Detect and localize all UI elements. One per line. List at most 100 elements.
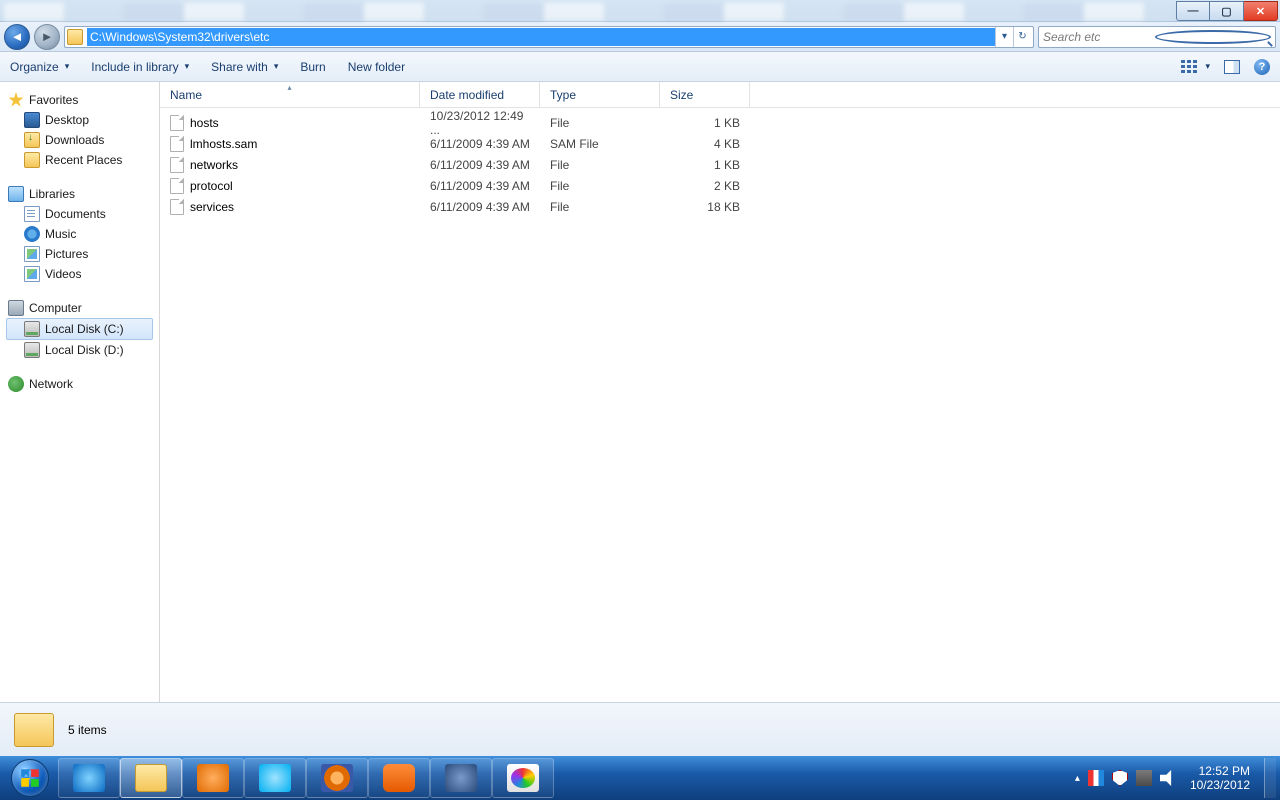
sidebar-item-pictures[interactable]: Pictures	[6, 244, 153, 264]
file-icon	[170, 178, 184, 194]
item-count-label: 5 items	[68, 723, 107, 737]
file-icon	[170, 199, 184, 215]
file-name: lmhosts.sam	[190, 137, 257, 151]
sidebar-label: Libraries	[29, 187, 75, 201]
file-row[interactable]: protocol6/11/2009 4:39 AMFile2 KB	[160, 175, 1280, 196]
sort-indicator-icon: ▴	[287, 83, 291, 92]
taskbar-xampp[interactable]	[368, 758, 430, 798]
downloads-icon	[24, 132, 40, 148]
back-button[interactable]: ◄	[4, 24, 30, 50]
column-name[interactable]: Name▴	[160, 82, 420, 107]
share-with-menu[interactable]: Share with	[211, 60, 278, 74]
taskbar-clock[interactable]: 12:52 PM 10/23/2012	[1184, 764, 1256, 792]
file-date: 6/11/2009 4:39 AM	[420, 179, 540, 193]
action-center-icon[interactable]	[1088, 770, 1104, 786]
pictures-icon	[24, 246, 40, 262]
computer-icon	[8, 300, 24, 316]
file-name: services	[190, 200, 234, 214]
documents-icon	[24, 206, 40, 222]
sidebar-item-documents[interactable]: Documents	[6, 204, 153, 224]
file-size: 4 KB	[660, 137, 750, 151]
power-icon[interactable]	[1136, 770, 1152, 786]
firefox-icon	[321, 764, 353, 792]
sidebar-label: Favorites	[29, 93, 78, 107]
file-icon	[170, 115, 184, 131]
taskbar-paint[interactable]	[492, 758, 554, 798]
address-history-dropdown[interactable]: ▾	[995, 27, 1013, 47]
navigation-bar: ◄ ► ▾ ↻ Search etc	[0, 22, 1280, 52]
sidebar-label: Network	[29, 377, 73, 391]
sidebar-favorites[interactable]: Favorites	[6, 90, 153, 110]
file-row[interactable]: hosts10/23/2012 12:49 ...File1 KB	[160, 112, 1280, 133]
file-size: 2 KB	[660, 179, 750, 193]
taskbar-ie[interactable]	[58, 758, 120, 798]
file-type: File	[540, 200, 660, 214]
file-date: 6/11/2009 4:39 AM	[420, 137, 540, 151]
music-icon	[24, 226, 40, 242]
sidebar-libraries[interactable]: Libraries	[6, 184, 153, 204]
window-titlebar: — ▢ ✕	[0, 0, 1280, 22]
disk-icon	[24, 321, 40, 337]
idm-icon	[445, 764, 477, 792]
sidebar-item-local-disk-d[interactable]: Local Disk (D:)	[6, 340, 153, 360]
xampp-icon	[383, 764, 415, 792]
file-size: 1 KB	[660, 158, 750, 172]
sidebar-item-desktop[interactable]: Desktop	[6, 110, 153, 130]
sidebar-item-videos[interactable]: Videos	[6, 264, 153, 284]
sidebar-item-music[interactable]: Music	[6, 224, 153, 244]
organize-menu[interactable]: Organize	[10, 60, 69, 74]
show-desktop-button[interactable]	[1264, 758, 1276, 798]
column-date[interactable]: Date modified	[420, 82, 540, 107]
start-button[interactable]	[2, 756, 58, 800]
clock-date: 10/23/2012	[1190, 778, 1250, 792]
file-date: 6/11/2009 4:39 AM	[420, 158, 540, 172]
taskbar-firefox[interactable]	[306, 758, 368, 798]
file-name: protocol	[190, 179, 233, 193]
preview-pane-button[interactable]	[1224, 60, 1240, 74]
videos-icon	[24, 266, 40, 282]
new-folder-button[interactable]: New folder	[348, 60, 405, 74]
address-input[interactable]	[87, 28, 995, 46]
disk-icon	[24, 342, 40, 358]
network-icon	[8, 376, 24, 392]
security-icon[interactable]	[1112, 770, 1128, 786]
include-library-menu[interactable]: Include in library	[91, 60, 189, 74]
sidebar-item-recent-places[interactable]: Recent Places	[6, 150, 153, 170]
preview-pane-icon	[1224, 60, 1240, 74]
refresh-button[interactable]: ↻	[1013, 27, 1031, 47]
taskbar-explorer[interactable]	[120, 758, 182, 798]
help-button[interactable]: ?	[1254, 59, 1270, 75]
explorer-icon	[135, 764, 167, 792]
file-size: 1 KB	[660, 116, 750, 130]
tray-show-hidden[interactable]: ▴	[1075, 773, 1080, 784]
volume-icon[interactable]	[1160, 770, 1176, 786]
sidebar-item-downloads[interactable]: Downloads	[6, 130, 153, 150]
view-options-button[interactable]	[1181, 60, 1210, 74]
column-size[interactable]: Size	[660, 82, 750, 107]
file-row[interactable]: lmhosts.sam 6/11/2009 4:39 AMSAM File4 KB	[160, 133, 1280, 154]
details-pane: 5 items	[0, 702, 1280, 756]
taskbar-wmp[interactable]	[182, 758, 244, 798]
star-icon	[8, 92, 24, 108]
sidebar-network[interactable]: Network	[6, 374, 153, 394]
column-type[interactable]: Type	[540, 82, 660, 107]
file-name: networks	[190, 158, 238, 172]
desktop-icon	[24, 112, 40, 128]
taskbar-skype[interactable]	[244, 758, 306, 798]
file-row[interactable]: services6/11/2009 4:39 AMFile18 KB	[160, 196, 1280, 217]
burn-button[interactable]: Burn	[300, 60, 325, 74]
view-icon	[1181, 60, 1199, 74]
sidebar-computer[interactable]: Computer	[6, 298, 153, 318]
sidebar-item-local-disk-c[interactable]: Local Disk (C:)	[6, 318, 153, 340]
file-type: SAM File	[540, 137, 660, 151]
close-button[interactable]: ✕	[1244, 1, 1278, 21]
minimize-button[interactable]: —	[1176, 1, 1210, 21]
address-bar[interactable]: ▾ ↻	[64, 26, 1034, 48]
file-row[interactable]: networks6/11/2009 4:39 AMFile1 KB	[160, 154, 1280, 175]
maximize-button[interactable]: ▢	[1210, 1, 1244, 21]
taskbar-idm[interactable]	[430, 758, 492, 798]
search-box[interactable]: Search etc	[1038, 26, 1276, 48]
file-name: hosts	[190, 116, 219, 130]
wmp-icon	[197, 764, 229, 792]
forward-button[interactable]: ►	[34, 24, 60, 50]
